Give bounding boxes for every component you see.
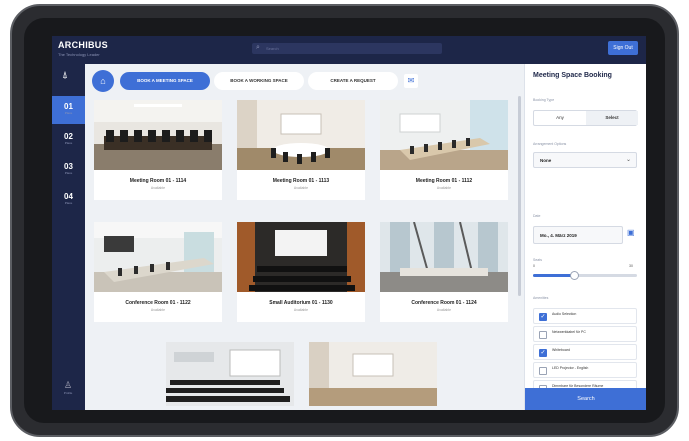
tab-create-request[interactable]: CREATE A REQUEST (308, 72, 398, 90)
booking-type-label: Booking Type (533, 98, 555, 102)
nav-item-02[interactable]: 02 Place (52, 126, 85, 154)
seats-slider-fill (533, 274, 573, 277)
nav-item-number: 01 (64, 102, 73, 111)
room-name: Conference Room 01 - 1124 (411, 300, 477, 306)
user-profile-button[interactable]: ♙ Profile (61, 380, 75, 400)
app-screen: ARCHIBUS The Technology Leader ⌕ Search … (52, 36, 646, 410)
amenity-label: Netzwerkkabel für PC (552, 330, 586, 334)
date-label: Date (533, 214, 541, 218)
panel-title: Meeting Space Booking (533, 72, 612, 79)
room-photo (237, 222, 365, 292)
seats-slider[interactable] (533, 271, 637, 280)
room-card[interactable]: Meeting Room 01 - 1112 Available (380, 100, 508, 200)
room-card[interactable]: Small Auditorium 01 - 1130 Available (237, 222, 365, 322)
amenity-checkbox[interactable]: Netzwerkkabel für PC (533, 326, 637, 342)
room-name: Conference Room 01 - 1122 (125, 300, 191, 306)
calendar-icon[interactable]: ▣ (627, 228, 635, 237)
nav-item-number: 03 (64, 162, 73, 171)
brand-logo: ARCHIBUS (58, 40, 108, 50)
nav-item-03[interactable]: 03 Place (52, 156, 85, 184)
booking-type-select[interactable]: Select (586, 111, 638, 125)
room-photo (94, 100, 222, 170)
top-bar: ARCHIBUS The Technology Leader ⌕ Search … (52, 36, 646, 64)
room-status: Available (150, 186, 166, 190)
content-scrollbar[interactable] (518, 96, 521, 296)
amenity-label: Whiteboard (552, 348, 570, 352)
room-photo (380, 100, 508, 170)
room-name: Meeting Room 01 - 1113 (272, 178, 330, 184)
amenity-checkbox[interactable]: ✓ Whiteboard (533, 344, 637, 360)
seats-max: 30 (629, 264, 633, 268)
room-photo (94, 222, 222, 292)
checkbox-icon (539, 331, 547, 339)
room-card[interactable]: Conference Room 01 - 1124 Available (380, 222, 508, 322)
user-label: Profile (63, 391, 73, 395)
room-status: Available (293, 186, 309, 190)
booking-tabs: ⌂ BOOK A MEETING SPACE BOOK A WORKING SP… (92, 70, 422, 92)
amenity-checkbox[interactable]: LED Projector - English (533, 362, 637, 378)
left-nav: ⍋ 01 Place 02 Place 03 Place 04 Place ♙ … (52, 64, 85, 410)
room-name: Meeting Room 01 - 1112 (415, 178, 473, 184)
search-input[interactable]: ⌕ Search (252, 43, 442, 54)
room-status: Available (436, 308, 452, 312)
seats-slider-handle[interactable] (570, 271, 580, 280)
nav-item-label: Place (64, 111, 73, 115)
booking-type-toggle: Any Select (533, 110, 638, 126)
date-value: Mo., 4. März 2019 (540, 233, 577, 238)
amenity-label: LED Projector - English (552, 366, 589, 370)
amenities-label: Amenities (533, 296, 549, 300)
amenity-label: Audio Selection (552, 312, 577, 316)
notification-icon[interactable]: ⍋ (62, 70, 74, 84)
brand-tagline: The Technology Leader (58, 52, 100, 57)
date-field[interactable]: Mo., 4. März 2019 (533, 226, 623, 244)
nav-item-number: 04 (64, 192, 73, 201)
room-status: Available (150, 308, 166, 312)
search-button[interactable]: Search (525, 388, 646, 410)
nav-item-01[interactable]: 01 Place (52, 96, 85, 124)
booking-panel: Meeting Space Booking Booking Type Any S… (524, 64, 646, 410)
seats-label: Seats (533, 258, 542, 262)
room-card[interactable]: Meeting Room 01 - 1113 Available (237, 100, 365, 200)
tab-book-working-space[interactable]: BOOK A WORKING SPACE (214, 72, 304, 90)
seats-min: 0 (533, 264, 535, 268)
arrangement-select[interactable]: None ⌄ (533, 152, 637, 168)
sign-out-button[interactable]: Sign Out (608, 41, 638, 55)
room-status: Available (293, 308, 309, 312)
nav-item-04[interactable]: 04 Place (52, 186, 85, 214)
amenity-checkbox[interactable]: ✓ Audio Selection (533, 308, 637, 324)
booking-type-any[interactable]: Any (534, 111, 586, 125)
nav-item-number: 02 (64, 132, 73, 141)
room-photo[interactable] (309, 342, 437, 406)
checkbox-icon (539, 367, 547, 375)
room-card[interactable]: Meeting Room 01 - 1114 Available (94, 100, 222, 200)
checkbox-checked-icon: ✓ (539, 313, 547, 321)
room-card[interactable]: Conference Room 01 - 1122 Available (94, 222, 222, 322)
search-icon: ⌕ (256, 44, 260, 51)
nav-item-label: Place (64, 201, 73, 205)
home-icon[interactable]: ⌂ (92, 70, 114, 92)
room-photo (380, 222, 508, 292)
user-icon: ♙ (63, 380, 73, 390)
mail-icon[interactable]: ✉ (404, 74, 418, 88)
tab-book-meeting-space[interactable]: BOOK A MEETING SPACE (120, 72, 210, 90)
nav-item-label: Place (64, 141, 73, 145)
chevron-down-icon: ⌄ (625, 157, 631, 163)
arrangement-label: Arrangement Options (533, 142, 567, 146)
room-status: Available (436, 186, 452, 190)
search-placeholder: Search (266, 46, 279, 51)
arrangement-value: None (540, 158, 552, 163)
room-photo[interactable] (166, 342, 294, 406)
nav-item-label: Place (64, 171, 73, 175)
room-name: Small Auditorium 01 - 1130 (269, 300, 333, 306)
checkbox-checked-icon: ✓ (539, 349, 547, 357)
room-photo (237, 100, 365, 170)
room-name: Meeting Room 01 - 1114 (129, 178, 187, 184)
